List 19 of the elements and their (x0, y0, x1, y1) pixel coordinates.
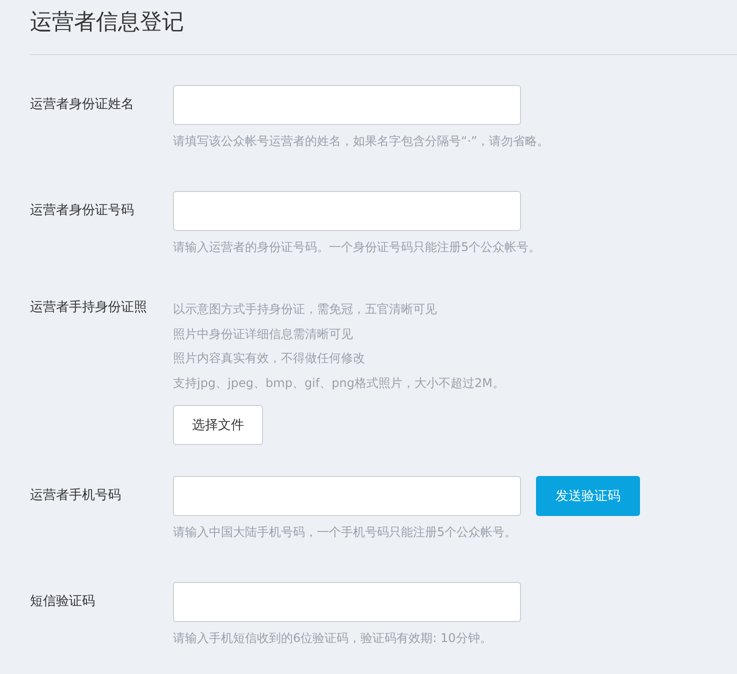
field-label: 运营者身份证姓名 (29, 96, 135, 114)
hint-text: 请输入运营者的身份证号码。一个身份证号码只能注册5个公众帐号。 (173, 239, 541, 256)
hint-text: 请填写该公众帐号运营者的姓名，如果名字包含分隔号“·”，请勿省略。 (173, 133, 550, 150)
requirement-text: 照片内容真实有效，不得做任何修改 (173, 350, 365, 367)
field-label: 运营者身份证号码 (29, 202, 135, 220)
requirement-text: 照片中身份证详细信息需清晰可见 (173, 326, 353, 342)
requirement-text: 支持jpg、jpeg、bmp、gif、png格式照片，大小不超过2M。 (173, 374, 504, 392)
hint-text: 请输入手机短信收到的6位验证码，验证码有效期: 10分钟。 (173, 630, 492, 647)
input-field[interactable] (173, 85, 521, 125)
input-field[interactable] (173, 582, 521, 622)
choose-file-button[interactable]: 选择文件 (173, 405, 263, 445)
page-title: 运营者信息登记 (29, 9, 185, 37)
input-field[interactable] (173, 476, 521, 516)
field-label: 短信验证码 (29, 593, 96, 611)
hint-text: 请输入中国大陆手机号码，一个手机号码只能注册5个公众帐号。 (173, 524, 517, 541)
requirement-text: 以示意图方式手持身份证，需免冠，五官清晰可见 (173, 301, 437, 318)
field-label: 运营者手机号码 (29, 487, 122, 505)
input-field[interactable] (173, 191, 521, 231)
field-label: 运营者手持身份证照 (29, 299, 148, 317)
